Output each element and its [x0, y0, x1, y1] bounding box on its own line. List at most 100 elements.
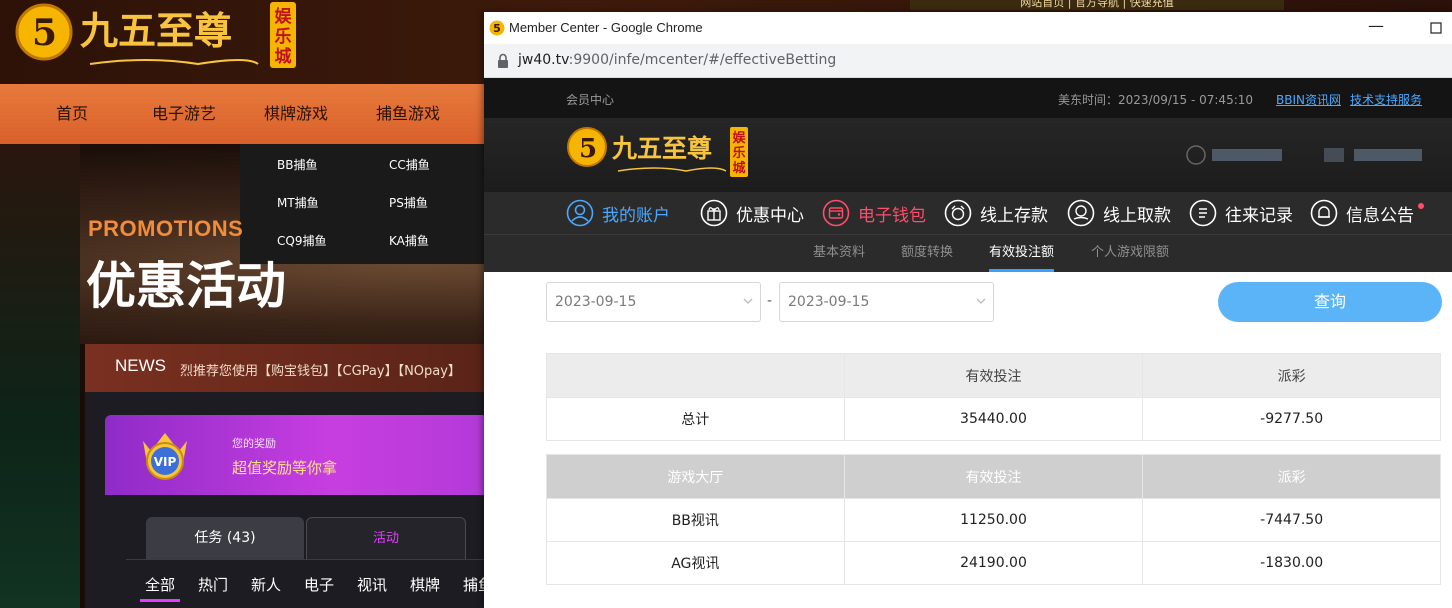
table-row: AG视讯 24190.00 -1830.00: [546, 541, 1441, 585]
bg-dd-item[interactable]: KA捕鱼: [389, 232, 429, 249]
bg-top-links[interactable]: 网站首页 | 官方导航 | 快速充值: [910, 0, 1284, 10]
window-title: Member Center - Google Chrome: [509, 20, 703, 35]
svg-text:城: 城: [275, 47, 292, 67]
bg-tab-task[interactable]: 任务 (43): [146, 517, 304, 559]
member-logo[interactable]: 5 九五至尊 娱 乐 城: [566, 125, 766, 183]
tab-personal-limits[interactable]: 个人游戏限额: [1091, 235, 1169, 272]
table-row: 总计 35440.00 -9277.50: [546, 397, 1441, 441]
bg-nav-chess[interactable]: 棋牌游戏: [264, 84, 328, 144]
nav-label: 我的账户: [602, 205, 670, 226]
bg-vip-title: 超值奖励等你拿: [232, 459, 338, 477]
nav-label: 信息公告: [1346, 205, 1414, 226]
nav-label: 优惠中心: [736, 205, 804, 226]
svg-text:城: 城: [732, 160, 745, 176]
maximize-icon[interactable]: [1424, 18, 1448, 38]
svg-text:乐: 乐: [732, 145, 745, 161]
bg-cat-hot[interactable]: 热门: [198, 574, 228, 595]
date-separator: -: [767, 293, 773, 309]
chrome-popup-window: 5 Member Center - Google Chrome — jw40.t…: [484, 12, 1452, 608]
bbin-news-link[interactable]: BBIN资讯网: [1276, 91, 1341, 108]
bg-news-text[interactable]: 烈推荐您使用【购宝钱包】【CGPay】【NOpay】: [180, 360, 461, 379]
date-to-select[interactable]: 2023-09-15: [779, 282, 994, 322]
bg-cat-slots[interactable]: 电子: [304, 574, 334, 595]
url-text[interactable]: jw40.tv:9900/infe/mcenter/#/effectiveBet…: [518, 52, 836, 68]
svg-text:娱: 娱: [732, 131, 746, 146]
table-header: 派彩: [1142, 454, 1441, 499]
bg-cat-new[interactable]: 新人: [251, 574, 281, 595]
bg-dd-item[interactable]: BB捕鱼: [277, 156, 317, 173]
vip-crown-icon: VIP: [143, 433, 187, 480]
date-to-value: 2023-09-15: [788, 294, 870, 310]
bg-tab-activity[interactable]: 活动: [306, 517, 466, 559]
bg-dd-item[interactable]: PS捕鱼: [389, 194, 428, 211]
member-topbar: 会员中心 美东时间：2023/09/15 - 07:45:10 BBIN资讯网 …: [484, 78, 1452, 118]
nav-my-account[interactable]: 我的账户: [566, 192, 670, 234]
window-titlebar[interactable]: 5 Member Center - Google Chrome —: [484, 12, 1452, 44]
query-button[interactable]: 查询: [1218, 282, 1442, 322]
tab-basic-info[interactable]: 基本资料: [813, 235, 865, 272]
bg-tab-divider: [126, 559, 486, 560]
svg-text:5: 5: [493, 22, 501, 35]
url-host: jw40.tv: [518, 52, 569, 68]
nav-label: 电子钱包: [858, 205, 926, 226]
bg-dd-item[interactable]: CC捕鱼: [389, 156, 430, 173]
user-icon: [566, 199, 594, 227]
tab-effective-betting[interactable]: 有效投注额: [989, 235, 1055, 272]
notification-dot: [1418, 203, 1424, 209]
bg-vip-banner[interactable]: VIP 您的奖励 超值奖励等你拿: [105, 415, 485, 495]
site-favicon-icon: 5: [489, 20, 505, 36]
bg-cat-all[interactable]: 全部: [145, 574, 175, 595]
nav-withdraw[interactable]: 线上取款: [1067, 192, 1171, 234]
bg-promotions-title: 优惠活动: [86, 257, 286, 315]
table-cell: -7447.50: [1142, 498, 1441, 542]
table-header: 派彩: [1142, 353, 1441, 398]
nav-transactions[interactable]: 往来记录: [1189, 192, 1293, 234]
effective-betting-content: 2023-09-15 - 2023-09-15 查询 有效投注 派彩 总计 35…: [484, 272, 1452, 608]
table-header-row: 游戏大厅 有效投注 派彩: [546, 454, 1441, 499]
table-cell: 总计: [546, 397, 845, 441]
nav-deposit[interactable]: 线上存款: [944, 192, 1048, 234]
address-bar[interactable]: jw40.tv:9900/infe/mcenter/#/effectiveBet…: [484, 44, 1452, 78]
minimize-icon[interactable]: —: [1364, 18, 1388, 38]
records-icon: [1189, 199, 1217, 227]
date-from-value: 2023-09-15: [555, 294, 637, 310]
chevron-down-icon: [743, 298, 753, 304]
svg-text:5: 5: [32, 12, 57, 54]
user-info-redacted: [1186, 145, 1422, 165]
bg-cat-chess[interactable]: 棋牌: [410, 574, 440, 595]
bg-news-ticker: NEWS 烈推荐您使用【购宝钱包】【CGPay】【NOpay】: [85, 344, 485, 392]
member-center-label: 会员中心: [566, 93, 615, 107]
eastern-time: 美东时间：2023/09/15 - 07:45:10: [1058, 93, 1254, 107]
bg-dd-item[interactable]: MT捕鱼: [277, 194, 319, 211]
bg-cat-active-underline: [140, 599, 180, 602]
nav-e-wallet[interactable]: 电子钱包: [822, 192, 926, 234]
bg-nav-home[interactable]: 首页: [56, 84, 88, 144]
withdraw-icon: [1067, 199, 1095, 227]
table-cell: AG视讯: [546, 541, 845, 585]
bg-news-label: NEWS: [115, 356, 166, 375]
nav-announcements[interactable]: 信息公告: [1310, 192, 1424, 234]
vip-badge-text: VIP: [154, 455, 177, 469]
nav-promotions[interactable]: 优惠中心: [700, 192, 804, 234]
bg-site-logo[interactable]: 5 九五至尊 娱 乐 城: [8, 2, 308, 80]
tech-support-link[interactable]: 技术支持服务: [1350, 91, 1422, 108]
tab-balance-transfer[interactable]: 额度转换: [901, 235, 953, 272]
table-cell: 35440.00: [843, 397, 1144, 441]
bg-promotions-heading: PROMOTIONS: [88, 216, 244, 241]
bg-nav-slots[interactable]: 电子游艺: [152, 84, 216, 144]
svg-text:娱: 娱: [275, 6, 293, 27]
deposit-icon: [944, 199, 972, 227]
bg-logo-text: 九五至尊: [80, 9, 232, 53]
nav-label: 线上取款: [1103, 205, 1171, 226]
bg-cat-live[interactable]: 视讯: [357, 574, 387, 595]
bg-nav-fishing[interactable]: 捕鱼游戏: [376, 84, 440, 144]
table-header: [546, 353, 845, 398]
table-header-row: 有效投注 派彩: [546, 353, 1441, 398]
member-subnav: 基本资料 额度转换 有效投注额 个人游戏限额: [484, 234, 1452, 272]
date-from-select[interactable]: 2023-09-15: [546, 282, 761, 322]
bg-left-strip: [0, 144, 80, 608]
lock-icon[interactable]: [497, 53, 509, 69]
summary-table: 有效投注 派彩 总计 35440.00 -9277.50: [546, 353, 1441, 441]
detail-table: 游戏大厅 有效投注 派彩 BB视讯 11250.00 -7447.50 AG视讯…: [546, 454, 1441, 585]
nav-label: 线上存款: [980, 205, 1048, 226]
